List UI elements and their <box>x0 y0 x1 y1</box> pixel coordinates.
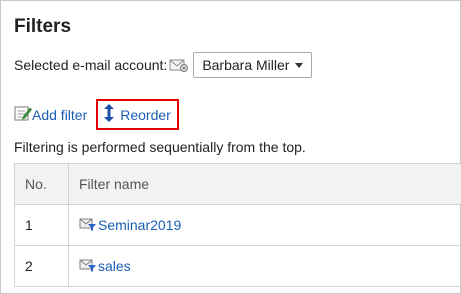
mail-filter-icon <box>79 217 98 234</box>
filter-name-label: sales <box>98 258 131 274</box>
page-title: Filters <box>14 16 72 37</box>
row-number: 1 <box>14 204 69 246</box>
filter-name-label: Seminar2019 <box>98 217 182 233</box>
column-header-filter-name: Filter name <box>68 163 461 205</box>
chevron-down-icon <box>295 62 304 68</box>
table-row: 2 sales <box>14 245 461 287</box>
reorder-label: Reorder <box>120 106 171 123</box>
add-filter-label: Add filter <box>32 106 88 123</box>
action-row: Add filter Reorder <box>14 99 179 130</box>
mail-filter-icon <box>79 258 98 275</box>
filter-name-cell: Seminar2019 <box>68 204 461 246</box>
reorder-arrows-icon <box>102 104 116 125</box>
reorder-link[interactable]: Reorder <box>102 104 171 125</box>
table-header-row: No. Filter name <box>14 163 461 205</box>
add-filter-link[interactable]: Add filter <box>14 105 87 124</box>
description-text: Filtering is performed sequentially from… <box>14 139 306 155</box>
filter-link-sales[interactable]: sales <box>79 258 131 275</box>
mail-icon <box>169 57 189 73</box>
filter-table: No. Filter name 1 Seminar2019 2 sales <box>14 163 461 287</box>
table-row: 1 Seminar2019 <box>14 204 461 246</box>
reorder-highlight: Reorder <box>96 99 179 130</box>
account-select[interactable]: Barbara Miller <box>193 52 313 78</box>
add-filter-icon <box>14 105 32 124</box>
column-header-no: No. <box>14 163 69 205</box>
row-number: 2 <box>14 245 69 287</box>
filter-link-seminar2019[interactable]: Seminar2019 <box>79 217 181 234</box>
filter-name-cell: sales <box>68 245 461 287</box>
account-label: Selected e-mail account: <box>14 57 168 73</box>
account-selector-row: Selected e-mail account: Barbara Miller <box>14 52 313 78</box>
account-select-value: Barbara Miller <box>202 57 290 73</box>
